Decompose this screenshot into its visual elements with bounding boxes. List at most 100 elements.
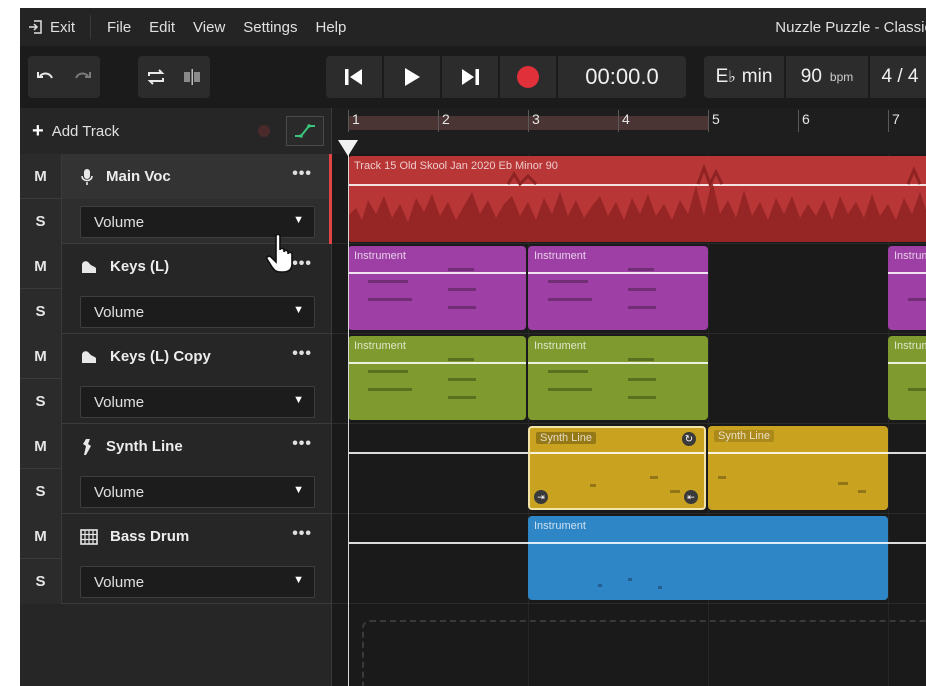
automation-line[interactable] <box>530 452 704 454</box>
clip-label: Instrument <box>534 250 586 262</box>
trim-end-icon[interactable]: ⇤ <box>684 490 698 504</box>
midi-note <box>838 482 848 485</box>
solo-button[interactable]: S <box>20 379 61 424</box>
mute-button[interactable]: M <box>20 244 61 289</box>
automation-line[interactable] <box>888 452 926 454</box>
midi-note <box>368 370 408 373</box>
bar-tick <box>888 110 889 132</box>
redo-button[interactable] <box>64 56 100 98</box>
time-signature[interactable]: 4 / 4 <box>870 56 926 98</box>
bar-number: 1 <box>352 111 360 127</box>
automation-line[interactable] <box>348 452 528 454</box>
track-synth-line[interactable]: M S Synth Line ••• Volume ▼ <box>20 424 332 514</box>
clip-label: Synth Line <box>714 430 774 442</box>
synth-clip-selected[interactable]: Synth Line ↻ ⇥ ⇤ <box>528 426 706 510</box>
midi-note <box>658 586 662 589</box>
instrument-clip[interactable]: Instrument <box>888 246 926 330</box>
loop-clip-icon[interactable]: ↻ <box>682 432 696 446</box>
bar-number: 2 <box>442 111 450 127</box>
track-menu-icon[interactable]: ••• <box>292 165 312 183</box>
waveform <box>348 163 926 242</box>
redo-icon <box>75 72 91 79</box>
loop-button[interactable] <box>138 56 174 98</box>
instrument-clip[interactable]: Instrument <box>528 516 888 600</box>
automation-line[interactable] <box>348 272 526 274</box>
play-button[interactable] <box>384 56 440 98</box>
key-mode: min <box>741 66 773 87</box>
automation-line[interactable] <box>528 542 888 544</box>
lane-keys-l: Instrument Instrument Instrument <box>332 244 926 334</box>
synth-clip[interactable]: Synth Line <box>708 426 888 510</box>
mute-button[interactable]: M <box>20 514 61 559</box>
mute-button[interactable]: M <box>20 424 61 469</box>
automation-line[interactable] <box>348 542 528 544</box>
instrument-clip[interactable]: Instrument <box>348 246 526 330</box>
automation-param-select[interactable]: Volume ▼ <box>80 566 315 598</box>
automation-line[interactable] <box>528 272 708 274</box>
menu-settings[interactable]: Settings <box>243 19 297 36</box>
loop-icon <box>147 69 165 85</box>
undo-button[interactable] <box>28 56 64 98</box>
track-menu-icon[interactable]: ••• <box>292 345 312 363</box>
mute-solo: M S <box>20 244 62 334</box>
menu-divider <box>90 15 91 39</box>
midi-note <box>628 268 654 271</box>
track-menu-icon[interactable]: ••• <box>292 435 312 453</box>
record-arm-icon[interactable] <box>258 125 270 137</box>
track-menu-icon[interactable]: ••• <box>292 525 312 543</box>
drop-zone[interactable] <box>362 620 926 686</box>
automation-line[interactable] <box>708 452 888 454</box>
automation-line[interactable] <box>888 362 926 364</box>
clip-label: Synth Line <box>536 432 596 444</box>
audio-clip[interactable]: Track 15 Old Skool Jan 2020 Eb Minor 90 <box>348 156 926 242</box>
instrument-clip[interactable]: Instrument <box>528 336 708 420</box>
split-button[interactable] <box>174 56 210 98</box>
mute-button[interactable]: M <box>20 334 61 379</box>
instrument-clip[interactable]: Instrument <box>348 336 526 420</box>
automation-line[interactable] <box>888 272 926 274</box>
track-name: Synth Line <box>106 438 183 455</box>
track-name: Keys (L) <box>110 258 170 275</box>
midi-note <box>718 476 726 479</box>
solo-button[interactable]: S <box>20 469 61 514</box>
midi-note <box>548 370 588 373</box>
track-main-voc[interactable]: M S Main Voc ••• Volume ▼ <box>20 154 332 244</box>
instrument-clip[interactable]: Instrument <box>528 246 708 330</box>
arrange-timeline[interactable]: 1 2 3 4 5 6 7 Track 15 Old Skool Jan 202… <box>332 108 926 686</box>
automation-line[interactable] <box>528 362 708 364</box>
playhead-line <box>348 148 349 686</box>
solo-button[interactable]: S <box>20 559 61 604</box>
midi-note <box>628 396 656 399</box>
bar-tick <box>708 110 709 132</box>
record-button[interactable] <box>500 56 556 98</box>
bar-ruler[interactable]: 1 2 3 4 5 6 7 <box>332 108 926 154</box>
solo-button[interactable]: S <box>20 289 61 334</box>
midi-note <box>448 358 474 361</box>
midi-note <box>650 476 658 479</box>
skip-forward-button[interactable] <box>442 56 498 98</box>
automation-param-select[interactable]: Volume ▼ <box>80 386 315 418</box>
toolbar: 00:00.0 E ♭ min 90 bpm 4 / 4 <box>20 46 926 108</box>
automation-param-select[interactable]: Volume ▼ <box>80 296 315 328</box>
menu-edit[interactable]: Edit <box>149 19 175 36</box>
instrument-clip[interactable]: Instrument <box>888 336 926 420</box>
automation-line[interactable] <box>348 362 526 364</box>
mute-button[interactable]: M <box>20 154 61 199</box>
trim-start-icon[interactable]: ⇥ <box>534 490 548 504</box>
solo-button[interactable]: S <box>20 199 61 244</box>
lane-synth-line: Synth Line ↻ ⇥ ⇤ Synth Line <box>332 424 926 514</box>
track-keys-l-copy[interactable]: M S Keys (L) Copy ••• Volume ▼ <box>20 334 332 424</box>
playhead-handle[interactable] <box>338 140 358 156</box>
skip-back-button[interactable] <box>326 56 382 98</box>
bar-tick <box>618 110 619 132</box>
menu-help[interactable]: Help <box>315 19 346 36</box>
automation-button[interactable] <box>286 116 324 146</box>
key-selector[interactable]: E ♭ min <box>704 56 784 98</box>
exit-button[interactable]: Exit <box>20 19 90 36</box>
tempo-field[interactable]: 90 bpm <box>786 56 868 98</box>
automation-param-select[interactable]: Volume ▼ <box>80 476 315 508</box>
automation-line[interactable] <box>888 542 926 544</box>
track-bass-drum[interactable]: M S Bass Drum ••• Volume ▼ <box>20 514 332 604</box>
menu-file[interactable]: File <box>107 19 131 36</box>
menu-view[interactable]: View <box>193 19 225 36</box>
